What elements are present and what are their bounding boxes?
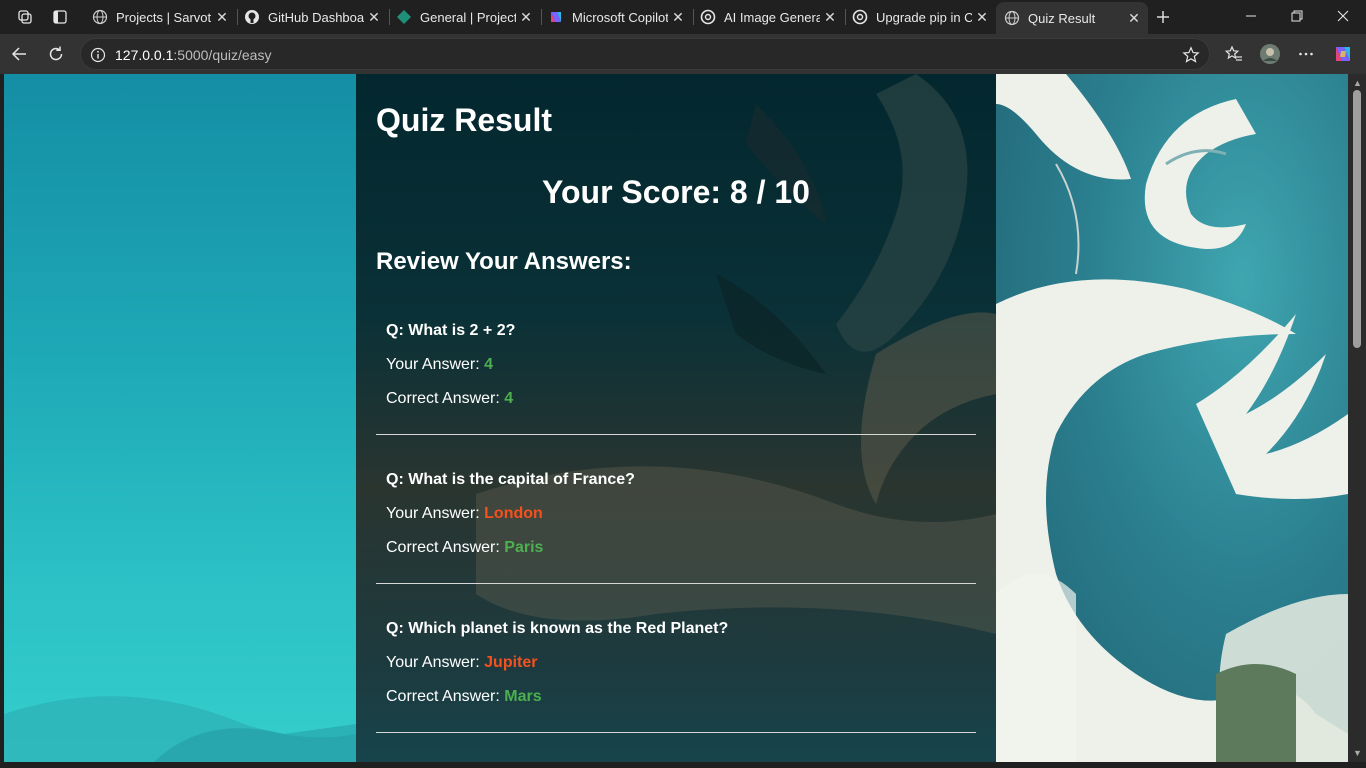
correct-answer-label: Correct Answer: [386,390,500,407]
scroll-down-arrow-icon[interactable]: ▼ [1353,748,1362,758]
minimize-icon[interactable] [1228,0,1274,32]
url-path: :5000/quiz/easy [173,47,272,63]
restore-icon[interactable] [1274,0,1320,32]
close-icon[interactable]: ✕ [516,7,536,27]
close-icon[interactable]: ✕ [820,7,840,27]
your-answer-value: Jupiter [484,654,538,671]
background-art-left [4,696,356,762]
page-title: Quiz Result [376,102,553,138]
close-icon[interactable]: ✕ [668,7,688,27]
url-text[interactable]: 127.0.0.1:5000/quiz/easy [115,47,271,63]
correct-answer-value: 4 [504,390,514,407]
address-bar[interactable]: 127.0.0.1:5000/quiz/easy [80,38,1210,70]
site-info-icon[interactable] [89,46,107,64]
correct-answer-label: Correct Answer: [386,688,500,705]
tab-actions-icon[interactable] [47,5,73,29]
your-answer-value: 4 [484,356,494,373]
openai-icon [852,9,868,25]
globe-icon [1004,10,1020,26]
openai-icon [700,9,716,25]
tab-bar: Projects | Sarvoth ✕ GitHub Dashboard ✕ … [0,0,1366,34]
question-card: Q: What is 2 + 2? Your Answer: 4 Correct… [376,296,976,435]
correct-answer-label: Correct Answer: [386,539,500,556]
profile-avatar-icon[interactable] [1255,39,1285,69]
close-icon[interactable]: ✕ [1124,8,1144,28]
tab-label: GitHub Dashboard [268,9,364,25]
score-display: Your Score: 8 / 10 [542,174,810,210]
review-heading: Review Your Answers: [376,248,632,275]
correct-answer-value: Paris [504,539,544,556]
scrollbar-thumb[interactable] [1353,90,1361,348]
refresh-icon[interactable] [41,39,71,69]
question-text: Q: What is 2 + 2? [386,322,516,339]
your-answer-label: Your Answer: [386,654,480,671]
tab-copilot[interactable]: Microsoft Copilot ✕ [540,2,692,32]
correct-answer-value: Mars [504,688,542,705]
page-viewport: Quiz Result Your Score: 8 / 10 Review Yo… [4,74,1348,762]
your-answer-row: Your Answer: 4 [386,356,493,374]
your-answer-row: Your Answer: London [386,505,543,523]
your-answer-row: Your Answer: Jupiter [386,654,537,672]
scroll-up-arrow-icon[interactable]: ▲ [1353,78,1362,88]
window-bottom-edge [0,762,1366,768]
tab-label: AI Image Generat [724,9,820,25]
github-icon [244,9,260,25]
your-answer-label: Your Answer: [386,356,480,373]
background-art-right [996,74,1348,762]
question-text: Q: What is the capital of France? [386,471,635,488]
tab-general-project[interactable]: General | Project ✕ [388,2,540,32]
tab-label: Projects | Sarvoth [116,9,212,25]
quiz-result-panel: Quiz Result Your Score: 8 / 10 Review Yo… [356,74,996,762]
url-host: 127.0.0.1 [115,47,174,63]
window-close-icon[interactable] [1320,0,1366,32]
tab-ai-image[interactable]: AI Image Generat ✕ [692,2,844,32]
more-menu-icon[interactable] [1291,39,1321,69]
question-card: Q: What is the capital of France? Your A… [376,435,976,584]
tab-projects[interactable]: Projects | Sarvoth ✕ [84,2,236,32]
your-answer-label: Your Answer: [386,505,480,522]
tab-label: Microsoft Copilot [572,9,668,25]
question-text: Q: Which planet is known as the Red Plan… [386,620,729,637]
correct-answer-row: Correct Answer: Paris [386,539,543,557]
close-icon[interactable]: ✕ [212,7,232,27]
new-tab-icon[interactable] [1150,5,1176,29]
tab-github[interactable]: GitHub Dashboard ✕ [236,2,388,32]
copilot-icon [548,9,564,25]
browser-toolbar: 127.0.0.1:5000/quiz/easy [0,34,1366,74]
close-icon[interactable]: ✕ [364,7,384,27]
your-answer-value: London [484,505,543,522]
favorite-star-icon[interactable] [1181,45,1201,65]
correct-answer-row: Correct Answer: Mars [386,688,542,706]
correct-answer-row: Correct Answer: 4 [386,390,513,408]
workspaces-icon[interactable] [12,5,38,29]
close-icon[interactable]: ✕ [972,7,992,27]
tab-label: Upgrade pip in C [876,9,972,25]
globe-icon [92,9,108,25]
creature-illustration [996,74,1348,762]
teams-icon [396,9,412,25]
copilot-icon[interactable] [1328,39,1358,69]
vertical-scrollbar[interactable]: ▲ ▼ [1348,74,1366,762]
tab-quiz-result[interactable]: Quiz Result ✕ [996,2,1148,34]
back-icon[interactable] [4,39,34,69]
favorites-icon[interactable] [1219,39,1249,69]
tab-label: Quiz Result [1028,10,1096,26]
tab-label: General | Project [420,9,516,25]
question-card: Q: Which planet is known as the Red Plan… [376,584,976,733]
tab-upgrade-pip[interactable]: Upgrade pip in C ✕ [844,2,996,32]
